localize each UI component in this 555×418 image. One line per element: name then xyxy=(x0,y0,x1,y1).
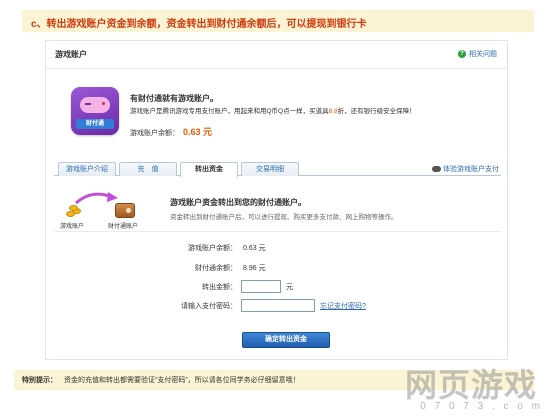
tenpay-balance-label: 财付通余额： xyxy=(195,265,237,272)
flow-from-label: 游戏账户 xyxy=(60,224,85,230)
instruction-banner: c、转出游戏账户资金到余额，资金转出到财付通余额后，可以提现到银行卡 xyxy=(22,10,534,32)
watermark-main: 网页游戏 xyxy=(405,366,538,404)
amount-input[interactable] xyxy=(241,280,281,293)
intro-balance: 游戏账户余额： 0.63 元 xyxy=(130,125,212,138)
wallet-icon xyxy=(115,203,135,218)
password-row: 请输入支付密码： 忘记支付密码? xyxy=(46,299,509,313)
help-link[interactable]: ? 相关问题 xyxy=(458,49,497,59)
divider xyxy=(54,231,501,232)
experience-link-label: 体验游戏账户支付 xyxy=(443,166,499,173)
site-watermark: 网页游戏 0 7 0 7 3 . c o m xyxy=(405,360,545,412)
password-input[interactable] xyxy=(241,299,315,312)
gamepad-icon xyxy=(80,97,110,113)
curved-arrow-icon xyxy=(75,192,118,205)
logo-ribbon: 财付通 xyxy=(76,119,114,129)
tip-text: 资金的充值和转出都需要验证“支付密码”，所以请各位同学务必仔细留意哦！ xyxy=(64,377,300,384)
panel-header: 游戏账户 ? 相关问题 xyxy=(46,41,507,69)
tab-transactions[interactable]: 交易明细 xyxy=(241,162,299,176)
discount-highlight: 8.8 xyxy=(328,108,338,115)
instruction-text: c、转出游戏账户资金到余额，资金转出到财付通余额后，可以提现到银行卡 xyxy=(31,19,367,30)
password-label: 请输入支付密码： xyxy=(181,303,237,310)
tenpay-balance-value: 8.96 元 xyxy=(243,265,266,272)
tenpay-balance-row: 财付通余额： 8.96 元 xyxy=(46,261,509,275)
experience-payment-link[interactable]: 体验游戏账户支付 xyxy=(432,164,499,174)
intro-balance-label: 游戏账户余额： xyxy=(130,130,179,137)
help-icon: ? xyxy=(458,50,466,58)
game-account-logo: 财付通 xyxy=(71,87,119,135)
amount-unit: 元 xyxy=(286,284,293,291)
watermark-sub: 0 7 0 7 3 . c o m xyxy=(420,401,543,412)
gamepad-small-icon xyxy=(432,166,441,172)
intro-balance-value: 0.63 元 xyxy=(183,127,213,137)
tab-recharge[interactable]: 充 值 xyxy=(119,162,177,176)
transfer-title: 游戏账户资金转出到您的财付通账户。 xyxy=(170,198,306,207)
coins-icon xyxy=(66,205,84,217)
intro-description: 游戏账户是腾讯游戏专用支付账户，用起来和用Q币Q点一样，买道具8.8折，还有银行… xyxy=(130,108,416,115)
forgot-password-link[interactable]: 忘记支付密码? xyxy=(320,301,366,311)
confirm-transfer-button[interactable]: 确定转出资金 xyxy=(242,332,330,348)
transfer-flow-illustration: 游戏账户 财付通账户 xyxy=(60,191,150,231)
intro-title: 有财付通就有游戏账户。 xyxy=(130,94,218,103)
help-link-label: 相关问题 xyxy=(469,51,497,58)
game-balance-row: 游戏账户余额： 0.63 元 xyxy=(46,241,509,255)
amount-row: 转出金额： 元 xyxy=(46,280,509,294)
game-account-panel: 游戏账户 ? 相关问题 财付通 有财付通就有游戏账户。 游戏账户是腾讯游戏专用支… xyxy=(45,40,508,360)
game-balance-value: 0.63 元 xyxy=(243,245,266,252)
amount-label: 转出金额： xyxy=(202,284,237,291)
tip-label: 特别提示： xyxy=(22,377,57,384)
tab-account-intro[interactable]: 游戏账户介绍 xyxy=(58,162,116,176)
game-balance-label: 游戏账户余额： xyxy=(188,245,237,252)
tab-transfer-out[interactable]: 转出资金 xyxy=(180,162,238,177)
tab-bar: 游戏账户介绍 充 值 转出资金 交易明细 体验游戏账户支付 xyxy=(54,162,501,177)
transfer-description: 资金转出到财付通账户后，可以进行提现、购买更多支付款、网上购物等操作。 xyxy=(170,214,398,221)
panel-title: 游戏账户 xyxy=(55,50,87,59)
flow-to-label: 财付通账户 xyxy=(108,224,139,230)
